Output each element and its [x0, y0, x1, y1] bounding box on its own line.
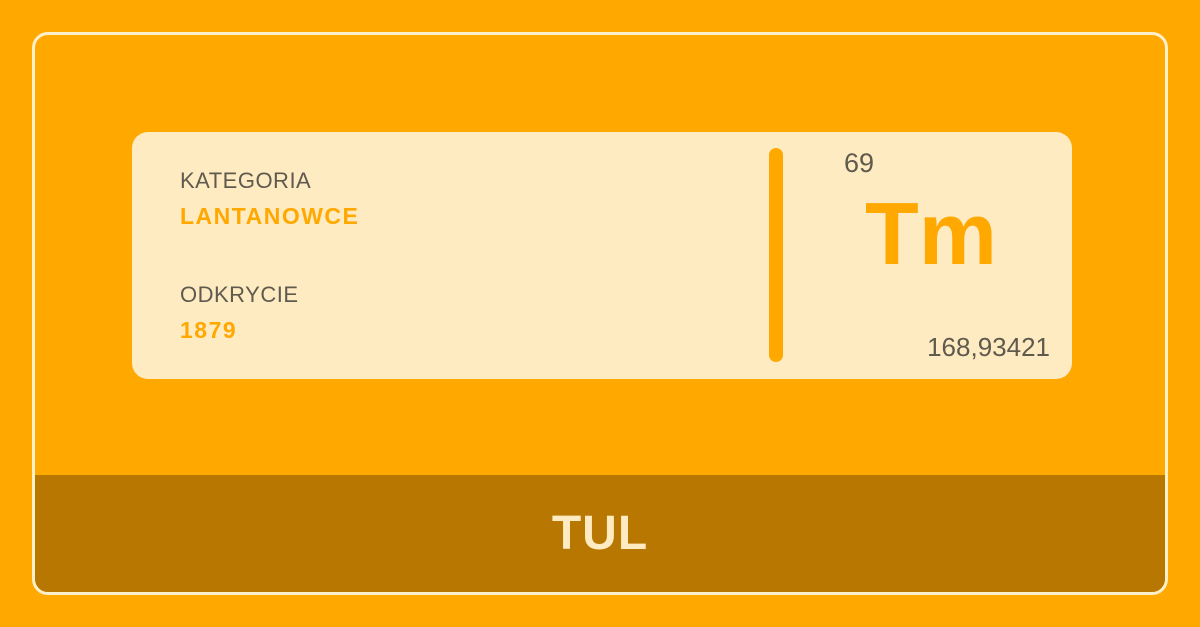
discovery-label: ODKRYCIE: [180, 282, 299, 307]
vertical-divider: [769, 148, 783, 362]
discovery-value: 1879: [180, 317, 238, 343]
element-name: TUL: [551, 507, 649, 560]
element-card: KATEGORIA LANTANOWCE ODKRYCIE 1879 69 Tm…: [132, 132, 1072, 379]
category-label: KATEGORIA: [180, 168, 312, 193]
element-symbol: Tm: [865, 184, 997, 283]
element-name-bar: TUL: [35, 475, 1165, 592]
element-frame: KATEGORIA LANTANOWCE ODKRYCIE 1879 69 Tm…: [32, 32, 1168, 595]
category-value: LANTANOWCE: [180, 203, 360, 229]
atomic-mass: 168,93421: [927, 332, 1050, 362]
atomic-number: 69: [844, 148, 875, 178]
